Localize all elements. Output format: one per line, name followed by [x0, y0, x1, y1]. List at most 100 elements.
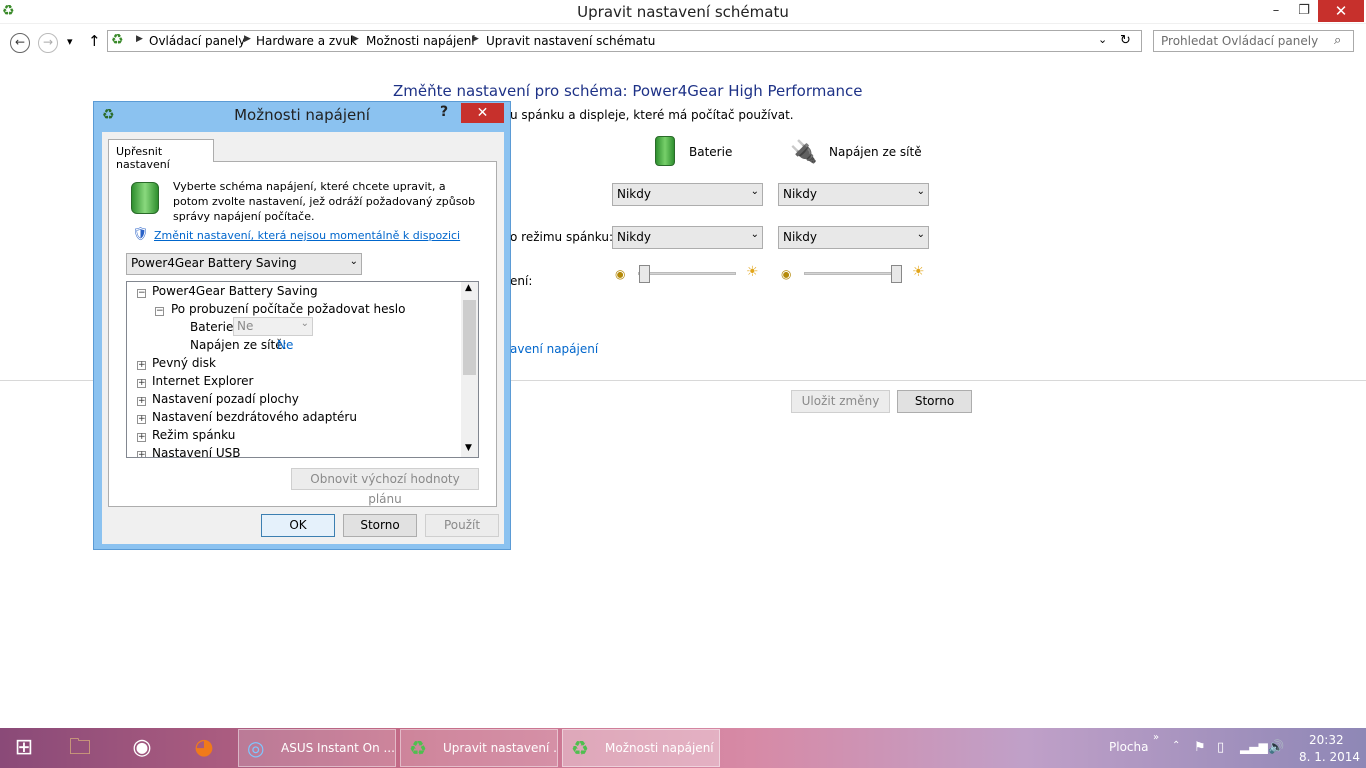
taskbar-item-asus-instant-on[interactable]: ◎ ASUS Instant On ...: [238, 729, 396, 767]
breadcrumb-control-panel[interactable]: Ovládací panely: [149, 34, 245, 48]
tree-item[interactable]: Pevný disk: [152, 356, 216, 370]
action-center-flag-icon[interactable]: ⚑: [1194, 740, 1206, 755]
breadcrumb-hardware-sound[interactable]: Hardware a zvuk: [256, 34, 357, 48]
power-scheme-select[interactable]: Power4Gear Battery Saving ⌄: [126, 253, 362, 275]
toolbar-expand-icon[interactable]: »: [1153, 732, 1159, 743]
select-value: Power4Gear Battery Saving: [131, 256, 297, 270]
sleep-plugged-select[interactable]: Nikdy ⌄: [778, 226, 929, 249]
up-button[interactable]: ↑: [88, 32, 101, 50]
page-subtitle: u spánku a displeje, které má počítač po…: [510, 108, 794, 122]
expand-icon[interactable]: +: [137, 361, 146, 370]
search-placeholder: Prohledat Ovládací panely: [1161, 34, 1319, 48]
clock-date[interactable]: 8. 1. 2014: [1299, 750, 1360, 764]
address-dropdown-icon[interactable]: ⌄: [1098, 33, 1107, 46]
power-battery-icon[interactable]: ▯: [1217, 740, 1224, 755]
change-unavailable-settings-link[interactable]: Změnit nastavení, která nejsou momentáln…: [154, 229, 460, 242]
restore-defaults-button[interactable]: Obnovit výchozí hodnoty plánu: [291, 468, 479, 506]
apply-button[interactable]: Použít: [425, 514, 499, 537]
maximize-button[interactable]: ❐: [1290, 0, 1318, 22]
expand-icon[interactable]: +: [137, 451, 146, 457]
volume-icon[interactable]: 🔊: [1268, 740, 1284, 755]
sleep-battery-select[interactable]: Nikdy ⌄: [612, 226, 763, 249]
chrome-icon[interactable]: ◉: [122, 732, 162, 764]
address-bar[interactable]: ♻ ▶ Ovládací panely ▶ Hardware a zvuk ▶ …: [107, 30, 1142, 52]
plugged-password-value[interactable]: Ne: [277, 338, 293, 352]
sleep-row-label: o režimu spánku:: [510, 230, 614, 244]
column-plugged-label: Napájen ze sítě: [829, 145, 922, 159]
chevron-down-icon: ⌄: [349, 256, 358, 267]
brightness-low-icon: ◉: [615, 267, 626, 281]
select-value: Nikdy: [617, 187, 651, 201]
cancel-button[interactable]: Storno: [897, 390, 972, 413]
expand-icon[interactable]: +: [137, 415, 146, 424]
help-button[interactable]: ?: [440, 104, 448, 120]
page-heading: Změňte nastavení pro schéma: Power4Gear …: [393, 82, 863, 100]
collapse-icon[interactable]: −: [155, 307, 164, 316]
expand-icon[interactable]: +: [137, 397, 146, 406]
tree-item[interactable]: Nastavení pozadí plochy: [152, 392, 299, 406]
firefox-icon[interactable]: ◕: [184, 732, 224, 764]
select-value: Ne: [237, 319, 254, 333]
shield-icon: 🛡: [132, 227, 149, 242]
close-button[interactable]: ✕: [1318, 0, 1364, 22]
tree-item[interactable]: Režim spánku: [152, 428, 235, 442]
forward-button[interactable]: →: [38, 33, 58, 53]
display-off-plugged-select[interactable]: Nikdy ⌄: [778, 183, 929, 206]
expand-icon[interactable]: +: [137, 379, 146, 388]
expand-icon[interactable]: +: [137, 433, 146, 442]
tree-scrollbar[interactable]: ▲ ▼: [461, 282, 478, 457]
brightness-high-icon: ☀: [912, 264, 925, 280]
search-icon[interactable]: ⌕: [1334, 33, 1341, 48]
tab-pane: Vyberte schéma napájení, které chcete up…: [108, 161, 497, 507]
taskbar-item-power-options[interactable]: ♻ Možnosti napájení: [562, 729, 720, 767]
tree-item-require-password[interactable]: Po probuzení počítače požadovat heslo: [171, 302, 405, 316]
breadcrumb-separator: ▶: [352, 34, 359, 44]
battery-password-select[interactable]: Ne ⌄: [233, 317, 313, 336]
tree-item[interactable]: Nastavení bezdrátového adaptéru: [152, 410, 357, 424]
scroll-up-icon[interactable]: ▲: [465, 283, 472, 293]
asus-icon: ◎: [247, 736, 265, 760]
start-windows-icon[interactable]: ⊞: [4, 732, 44, 764]
brightness-row-label: ení:: [510, 274, 533, 288]
power-plug-icon: 🔌: [790, 140, 818, 165]
display-off-battery-select[interactable]: Nikdy ⌄: [612, 183, 763, 206]
minimize-button[interactable]: –: [1262, 0, 1290, 22]
taskbar: ⊞ 🗀 ◉ ◕ ◎ ASUS Instant On ... ♻ Upravit …: [0, 728, 1366, 768]
brightness-plugged-slider[interactable]: [891, 265, 902, 283]
window-titlebar: ♻ Upravit nastavení schématu – ❐ ✕: [0, 0, 1366, 24]
search-input[interactable]: Prohledat Ovládací panely ⌕: [1153, 30, 1354, 52]
scroll-down-icon[interactable]: ▼: [465, 443, 472, 453]
chevron-down-icon: ⌄: [750, 186, 759, 197]
brightness-battery-slider[interactable]: [639, 265, 650, 283]
collapse-icon[interactable]: −: [137, 289, 146, 298]
window-title: Upravit nastavení schématu: [577, 3, 789, 21]
control-panel-icon: ♻: [111, 32, 124, 48]
ok-button[interactable]: OK: [261, 514, 335, 537]
advanced-settings-link[interactable]: avení napájení: [510, 342, 598, 356]
settings-tree[interactable]: − Power4Gear Battery Saving − Po probuze…: [126, 281, 479, 458]
scrollbar-thumb[interactable]: [463, 300, 476, 375]
control-panel-icon: ♻: [409, 736, 427, 760]
brightness-plugged-track: [804, 272, 902, 275]
refresh-button[interactable]: ↻: [1120, 33, 1131, 48]
tree-item[interactable]: Internet Explorer: [152, 374, 253, 388]
breadcrumb-power-options[interactable]: Možnosti napájení: [366, 34, 475, 48]
recent-locations-dropdown[interactable]: ▾: [67, 35, 73, 48]
network-signal-icon[interactable]: ▂▄▆: [1240, 740, 1268, 754]
clock-time[interactable]: 20:32: [1309, 733, 1344, 747]
desktop-toolbar-label[interactable]: Plocha: [1109, 740, 1148, 754]
dialog-cancel-button[interactable]: Storno: [343, 514, 417, 537]
dialog-close-button[interactable]: ✕: [461, 103, 504, 123]
breadcrumb-edit-plan[interactable]: Upravit nastavení schématu: [486, 34, 655, 48]
save-changes-button[interactable]: Uložit změny: [791, 390, 890, 413]
taskbar-item-edit-plan[interactable]: ♻ Upravit nastavení ...: [400, 729, 558, 767]
chevron-down-icon: ⌄: [916, 229, 925, 240]
tree-root[interactable]: Power4Gear Battery Saving: [152, 284, 318, 298]
back-button[interactable]: ←: [10, 33, 30, 53]
tab-advanced-settings[interactable]: Upřesnit nastavení: [108, 139, 214, 171]
file-explorer-icon[interactable]: 🗀: [60, 732, 100, 764]
taskbar-item-label: ASUS Instant On ...: [281, 741, 395, 755]
show-hidden-icons-icon[interactable]: ⌃: [1172, 740, 1180, 751]
brightness-battery-track: [638, 272, 736, 275]
tree-item[interactable]: Nastavení USB: [152, 446, 241, 457]
